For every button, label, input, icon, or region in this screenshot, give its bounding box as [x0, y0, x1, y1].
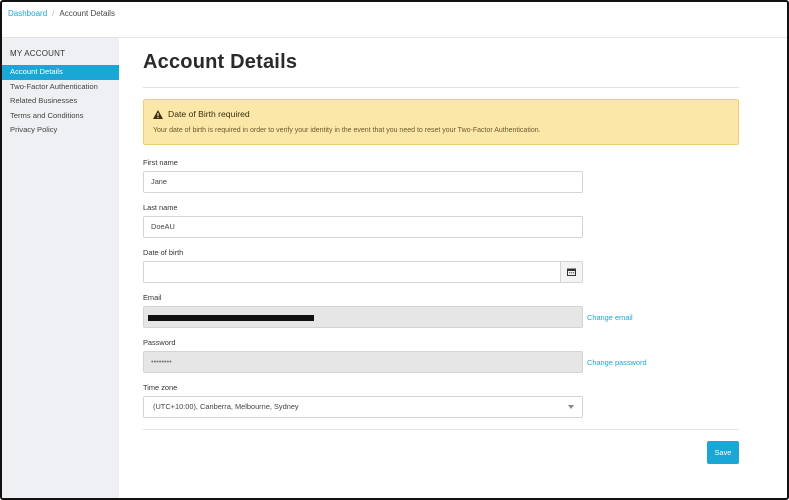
calendar-icon — [567, 268, 576, 276]
alert-title: Date of Birth required — [168, 109, 250, 119]
dob-required-alert: Date of Birth required Your date of birt… — [143, 99, 739, 145]
change-password-link[interactable]: Change password — [587, 358, 647, 367]
redacted-email — [148, 315, 314, 321]
calendar-button[interactable] — [560, 262, 582, 282]
save-button[interactable]: Save — [707, 441, 739, 464]
title-divider — [143, 87, 739, 88]
sidebar-item-two-factor-authentication[interactable]: Two-Factor Authentication — [2, 80, 119, 95]
sidebar-item-terms-and-conditions[interactable]: Terms and Conditions — [2, 109, 119, 124]
sidebar: MY ACCOUNT Account Details Two-Factor Au… — [2, 38, 119, 498]
last-name-label: Last name — [143, 203, 178, 212]
first-name-input[interactable]: Jane — [143, 171, 583, 193]
alert-title-row: Date of Birth required — [153, 109, 250, 119]
breadcrumb-separator: / — [52, 9, 55, 18]
chevron-down-icon — [568, 405, 574, 409]
date-of-birth-input[interactable] — [143, 261, 583, 283]
sidebar-item-related-businesses[interactable]: Related Businesses — [2, 94, 119, 109]
header-divider — [2, 37, 787, 38]
app-window: Dashboard / Account Details MY ACCOUNT A… — [0, 0, 789, 500]
alert-message: Your date of birth is required in order … — [153, 127, 541, 134]
last-name-input[interactable]: DoeAU — [143, 216, 583, 238]
sidebar-item-account-details[interactable]: Account Details — [2, 65, 119, 80]
change-email-link[interactable]: Change email — [587, 313, 633, 322]
page-title: Account Details — [143, 51, 298, 73]
email-label: Email — [143, 293, 162, 302]
time-zone-value: (UTC+10:00), Canberra, Melbourne, Sydney — [153, 402, 299, 411]
sidebar-item-privacy-policy[interactable]: Privacy Policy — [2, 123, 119, 138]
breadcrumb-current: Account Details — [59, 9, 115, 18]
time-zone-label: Time zone — [143, 383, 178, 392]
breadcrumb: Dashboard / Account Details — [8, 9, 115, 18]
email-field — [143, 306, 583, 328]
form-footer-divider — [143, 429, 739, 430]
date-of-birth-label: Date of birth — [143, 248, 184, 257]
password-label: Password — [143, 338, 176, 347]
warning-icon — [153, 109, 163, 119]
time-zone-select[interactable]: (UTC+10:00), Canberra, Melbourne, Sydney — [143, 396, 583, 418]
first-name-label: First name — [143, 158, 178, 167]
breadcrumb-dashboard-link[interactable]: Dashboard — [8, 9, 47, 18]
password-field: •••••••• — [143, 351, 583, 373]
sidebar-menu: Account Details Two-Factor Authenticatio… — [2, 65, 119, 138]
sidebar-heading: MY ACCOUNT — [10, 49, 66, 58]
